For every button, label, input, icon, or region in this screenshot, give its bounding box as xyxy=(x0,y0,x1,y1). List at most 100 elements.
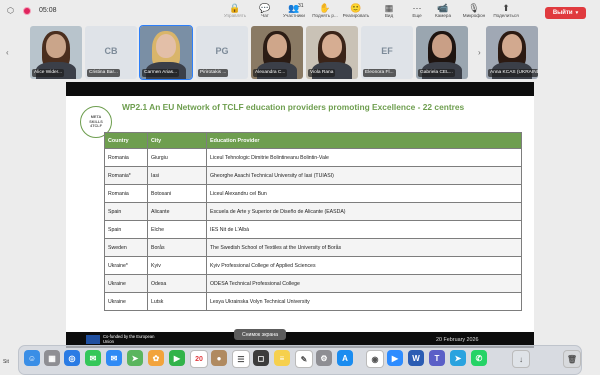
participant-face xyxy=(322,34,342,58)
cell-provider: ODESA Technical Professional College xyxy=(206,274,522,293)
table-row: Ukraine Lutsk Lesya Ukrainska Volyn Techni… xyxy=(104,292,522,311)
table-row: Spain Alicante Escuela de Arte y Superior … xyxy=(104,202,522,221)
toolbar-icon: ✋ xyxy=(319,3,331,13)
cell-city: Botosani xyxy=(147,184,207,203)
participant-name: Anna KCAS (UKRAINE) xyxy=(488,69,538,77)
shared-screen: META SKILLS 4TCLF WP2.1 An EU Network of… xyxy=(66,82,534,348)
cell-city: Giurgiu xyxy=(147,148,207,167)
telegram-app-icon[interactable]: ➤ xyxy=(450,350,466,366)
cell-country: Spain xyxy=(104,220,148,239)
notes-app-icon[interactable]: ≡ xyxy=(274,350,290,366)
cell-country: Ukraine xyxy=(104,292,148,311)
cell-provider: IES Nit de L'Albà xyxy=(206,220,522,239)
toolbar-button[interactable]: 🔒 Управлять xyxy=(218,3,252,18)
participant-name: Pirirotakis ... xyxy=(198,69,229,77)
participant-tile[interactable]: Viola Rana xyxy=(306,26,358,79)
strip-next-icon[interactable]: › xyxy=(478,48,481,57)
participant-tile[interactable]: Alexandra C... xyxy=(251,26,303,79)
table-row: Romania* Iasi Gheorghe Asachi Technical Un… xyxy=(104,166,522,185)
screenshot-tooltip: Снимок экрана xyxy=(234,329,286,340)
cell-provider: Kyiv Professional College of Applied Sci… xyxy=(206,256,522,275)
toolbar-label: Поднять р... xyxy=(312,13,338,18)
maps-app-icon[interactable]: ➤ xyxy=(127,350,143,366)
toolbar-button[interactable]: 👥 Участники 31 xyxy=(277,3,311,18)
table-row: Spain Elche IES Nit de L'Albà xyxy=(104,220,522,239)
table-row: Romania Giurgiu Liceul Tehnologic Dimitrie… xyxy=(104,148,522,167)
participant-name: Carmen Arias... xyxy=(142,69,180,77)
participant-tile[interactable]: Alice Wider... xyxy=(30,26,82,79)
table-header-row: Country City Education Provider xyxy=(104,132,522,149)
whatsapp-app-icon[interactable]: ✆ xyxy=(471,350,487,366)
leave-button[interactable]: Выйти ▾ xyxy=(545,7,586,19)
toolbar-button[interactable]: ⬆ Поделиться xyxy=(489,3,523,18)
shield-icon[interactable]: ⬡ xyxy=(6,6,15,15)
cell-city: Alicante xyxy=(147,202,207,221)
screenshot-app-icon[interactable]: ◻ xyxy=(253,350,269,366)
finder-app-icon[interactable]: ☺ xyxy=(24,350,40,366)
toolbar-icon: 👥 xyxy=(288,3,300,13)
toolbar-button[interactable]: 📹 Камера xyxy=(426,3,460,18)
zoom-app-icon[interactable]: ▶ xyxy=(387,350,403,366)
cell-city: Borås xyxy=(147,238,207,257)
table-row: Ukraine* Kyiv Kyiv Professional College of… xyxy=(104,256,522,275)
cofunded-text: Co-funded by the European Union xyxy=(103,334,155,344)
word-app-icon[interactable]: W xyxy=(408,350,424,366)
participant-tile[interactable]: Carmen Arias... xyxy=(139,25,193,80)
table-body: Romania Giurgiu Liceul Tehnologic Dimitrie… xyxy=(104,148,522,311)
participant-tile[interactable]: CB Cristina Bar... xyxy=(85,26,137,79)
participant-name: Alexandra C... xyxy=(253,69,288,77)
column-header-provider: Education Provider xyxy=(206,132,522,149)
participant-face xyxy=(156,34,176,58)
providers-table: Country City Education Provider Romania G… xyxy=(104,132,522,311)
trash-app-icon[interactable]: 🗑 xyxy=(563,350,581,368)
messages-app-icon[interactable]: ✉ xyxy=(85,350,101,366)
cell-provider: Lesya Ukrainska Volyn Technical Universi… xyxy=(206,292,522,311)
strip-prev-icon[interactable]: ‹ xyxy=(6,48,9,57)
cell-country: Sweden xyxy=(104,238,148,257)
toolbar-button[interactable]: 🎙 Микрофон xyxy=(457,3,491,18)
reminders-app-icon[interactable]: ☰ xyxy=(232,350,250,368)
participant-name: Gabriela CEL... xyxy=(418,69,455,77)
participant-tile[interactable]: EF Eleonora Fl... xyxy=(361,26,413,79)
cell-provider: Escuela de Arte y Superior de Diseño de … xyxy=(206,202,522,221)
meeting-toolbar: ⬡ 05:08 🔒 Управлять 💬 Чат 👥 Участники 31 ✋ Подня… xyxy=(0,0,600,24)
mail-app-icon[interactable]: ✉ xyxy=(106,350,122,366)
safari-app-icon[interactable]: ◎ xyxy=(64,350,80,366)
participant-initials: EF xyxy=(381,46,393,56)
participant-name: Cristina Bar... xyxy=(87,69,120,77)
recording-icon[interactable] xyxy=(23,6,31,15)
contacts-app-icon[interactable]: ● xyxy=(211,350,227,366)
participant-tile[interactable]: Gabriela CEL... xyxy=(416,26,468,79)
slide-date: 20 February 2026 xyxy=(436,337,479,343)
launchpad-app-icon[interactable]: ▦ xyxy=(44,350,60,366)
facetime-app-icon[interactable]: ▶ xyxy=(169,350,185,366)
cell-provider: Gheorghe Asachi Technical University of … xyxy=(206,166,522,185)
toolbar-label: Поделиться xyxy=(493,13,519,18)
downloads-app-icon[interactable]: ↓ xyxy=(512,350,530,368)
eu-flag-icon xyxy=(86,335,100,344)
toolbar-label: Управлять xyxy=(223,13,247,18)
table-row: Romania Botosani Liceul Alexandru cel Bun xyxy=(104,184,522,203)
cell-provider: Liceul Alexandru cel Bun xyxy=(206,184,522,203)
participant-tile[interactable]: PG Pirirotakis ... xyxy=(196,26,248,79)
cell-country: Ukraine* xyxy=(104,256,148,275)
teams-app-icon[interactable]: T xyxy=(429,350,445,366)
cell-city: Lutsk xyxy=(147,292,207,311)
sidebar-label: Sit xyxy=(3,359,9,365)
participant-tile[interactable]: Anna KCAS (UKRAINE) xyxy=(486,26,538,79)
participant-face xyxy=(46,34,66,58)
toolbar-button[interactable]: ✋ Поднять р... xyxy=(308,3,342,18)
settings-app-icon[interactable]: ⚙ xyxy=(316,350,332,366)
cell-provider: Liceul Tehnologic Dimitrie Bolintineanu … xyxy=(206,148,522,167)
freeform-app-icon[interactable]: ✎ xyxy=(295,350,313,368)
participant-initials: PG xyxy=(215,46,229,56)
cell-country: Romania xyxy=(104,148,148,167)
toolbar-button[interactable]: 🙂 Реагировать xyxy=(339,3,373,18)
calendar-app-icon[interactable]: 20 xyxy=(190,350,208,368)
chrome-app-icon[interactable]: ◉ xyxy=(366,350,384,368)
toolbar-icon: 🎙 xyxy=(468,3,480,13)
appstore-app-icon[interactable]: A xyxy=(337,350,353,366)
cell-city: Iasi xyxy=(147,166,207,185)
table-row: Sweden Borås The Swedish School of Textile… xyxy=(104,238,522,257)
photos-app-icon[interactable]: ✿ xyxy=(148,350,164,366)
